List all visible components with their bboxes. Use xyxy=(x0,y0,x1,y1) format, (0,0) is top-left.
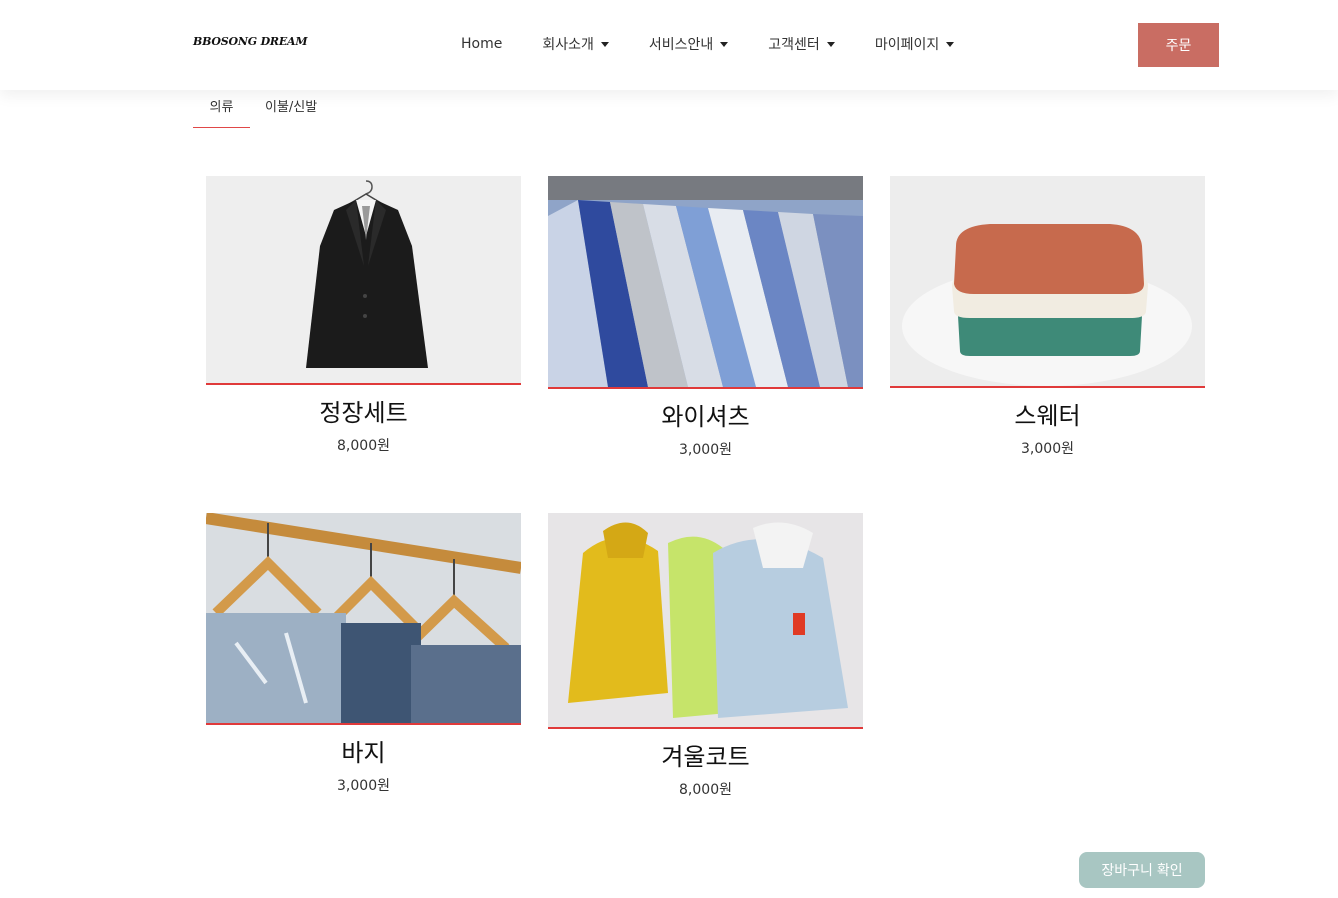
nav-item-mypage[interactable]: 마이페이지 xyxy=(874,34,955,54)
brand-logo[interactable]: BBOSONG DREAM xyxy=(193,35,308,48)
product-name: 겨울코트 xyxy=(661,743,750,771)
winter-coats-image xyxy=(548,513,863,729)
product-price: 3,000원 xyxy=(337,778,390,794)
top-navbar: BBOSONG DREAM Home 회사소개 서비스안내 고객센터 마이페이지… xyxy=(0,0,1338,90)
nav-item-home[interactable]: Home xyxy=(461,34,502,54)
category-tabs: 의류 이불/신발 xyxy=(193,90,317,128)
product-name: 바지 xyxy=(341,739,386,767)
product-card[interactable]: 겨울코트 8,000원 xyxy=(548,513,863,799)
suit-image xyxy=(206,176,521,385)
dress-shirts-image xyxy=(548,176,863,389)
product-price: 8,000원 xyxy=(679,782,732,798)
caret-down-icon xyxy=(826,41,835,47)
nav-item-support[interactable]: 고객센터 xyxy=(768,34,835,54)
caret-down-icon xyxy=(720,41,729,47)
product-card[interactable]: 와이셔츠 3,000원 xyxy=(548,176,863,459)
product-name: 와이셔츠 xyxy=(661,403,750,431)
product-card[interactable]: 정장세트 8,000원 xyxy=(206,176,521,455)
order-button[interactable]: 주문 xyxy=(1138,23,1219,67)
nav-item-label: Home xyxy=(461,36,503,52)
product-card[interactable]: 스웨터 3,000원 xyxy=(890,176,1205,458)
tab-clothing[interactable]: 의류 xyxy=(193,90,250,128)
jeans-image xyxy=(206,513,521,725)
sweaters-image xyxy=(890,176,1205,388)
product-name: 정장세트 xyxy=(319,399,408,427)
product-price: 3,000원 xyxy=(679,442,732,458)
product-card[interactable]: 바지 3,000원 xyxy=(206,513,521,795)
view-cart-button[interactable]: 장바구니 확인 xyxy=(1079,852,1205,888)
tab-bedding-shoes[interactable]: 이불/신발 xyxy=(265,90,317,128)
nav-item-company[interactable]: 회사소개 xyxy=(542,34,609,54)
main-nav: Home 회사소개 서비스안내 고객센터 마이페이지 xyxy=(461,34,955,54)
product-name: 스웨터 xyxy=(1014,402,1081,430)
product-price: 3,000원 xyxy=(1021,441,1074,457)
nav-item-services[interactable]: 서비스안내 xyxy=(648,34,729,54)
nav-item-label: 마이페이지 xyxy=(874,37,940,53)
nav-item-label: 고객센터 xyxy=(768,37,820,53)
caret-down-icon xyxy=(600,41,609,47)
product-price: 8,000원 xyxy=(337,438,390,454)
nav-item-label: 서비스안내 xyxy=(648,37,714,53)
caret-down-icon xyxy=(946,41,955,47)
nav-item-label: 회사소개 xyxy=(542,37,594,53)
